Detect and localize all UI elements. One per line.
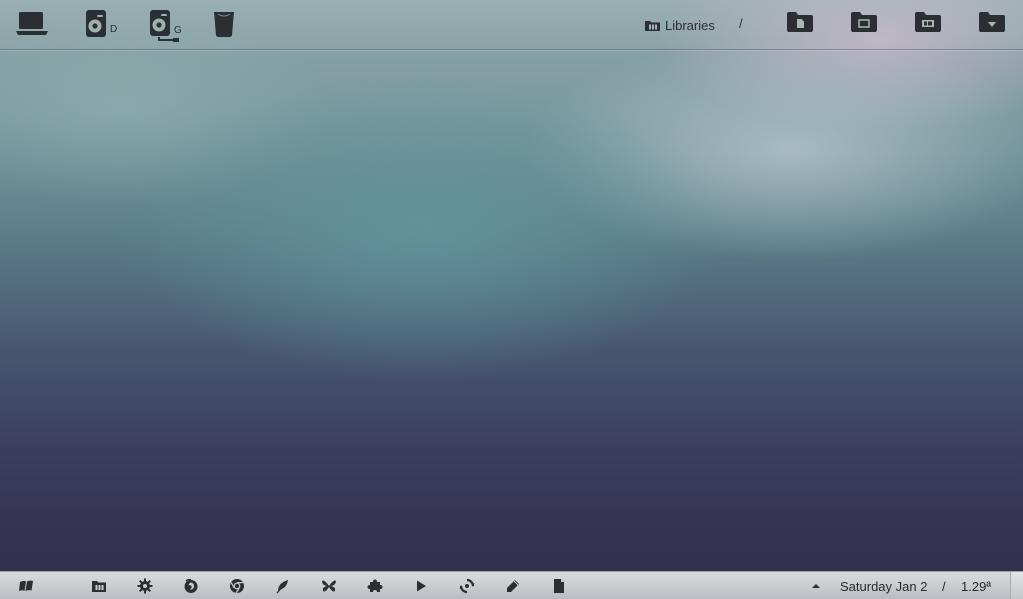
top-bar: D G Libraries /: [0, 0, 1023, 50]
clock-time[interactable]: 1.29ª: [961, 579, 991, 594]
computer-launcher[interactable]: [14, 8, 50, 40]
libraries-icon: [645, 21, 660, 31]
drive-d-label: D: [110, 24, 118, 35]
show-desktop-button[interactable]: [1010, 572, 1023, 599]
downloads-folder-icon: [979, 12, 1005, 32]
pictures-folder[interactable]: [851, 12, 877, 34]
pictures-folder-icon: [851, 12, 877, 32]
drive-d-icon: [86, 10, 106, 37]
feather-icon[interactable]: [275, 578, 291, 594]
chrome-icon[interactable]: [229, 578, 245, 594]
clock-date[interactable]: Saturday Jan 2: [840, 579, 927, 594]
start-icon[interactable]: [18, 578, 34, 594]
breadcrumb-separator: /: [739, 16, 743, 31]
tray-expand-icon[interactable]: [808, 578, 824, 594]
sync-icon[interactable]: [459, 578, 475, 594]
drive-g-launcher[interactable]: G: [148, 6, 188, 44]
clock-separator: /: [942, 579, 946, 594]
puzzle-icon[interactable]: [367, 578, 383, 594]
trash-launcher[interactable]: [210, 8, 238, 38]
settings-icon[interactable]: [137, 578, 153, 594]
play-icon[interactable]: [413, 578, 429, 594]
butterfly-icon[interactable]: [321, 578, 337, 594]
documents-folder[interactable]: [787, 12, 813, 34]
pen-icon[interactable]: [505, 578, 521, 594]
drive-g-label: G: [174, 25, 182, 36]
document-icon[interactable]: [551, 578, 567, 594]
breadcrumb[interactable]: Libraries: [645, 16, 715, 34]
documents-folder-icon: [787, 12, 813, 32]
firefox-icon[interactable]: [183, 578, 199, 594]
file-manager-icon[interactable]: [91, 578, 107, 594]
bottom-panel: Saturday Jan 2 / 1.29ª: [0, 571, 1023, 599]
downloads-folder[interactable]: [979, 12, 1005, 34]
breadcrumb-libraries[interactable]: Libraries: [665, 18, 715, 33]
laptop-icon: [16, 12, 48, 35]
drive-d-launcher[interactable]: D: [84, 6, 124, 40]
videos-folder[interactable]: [915, 12, 941, 34]
videos-folder-icon: [915, 12, 941, 32]
trash-icon: [214, 12, 234, 37]
